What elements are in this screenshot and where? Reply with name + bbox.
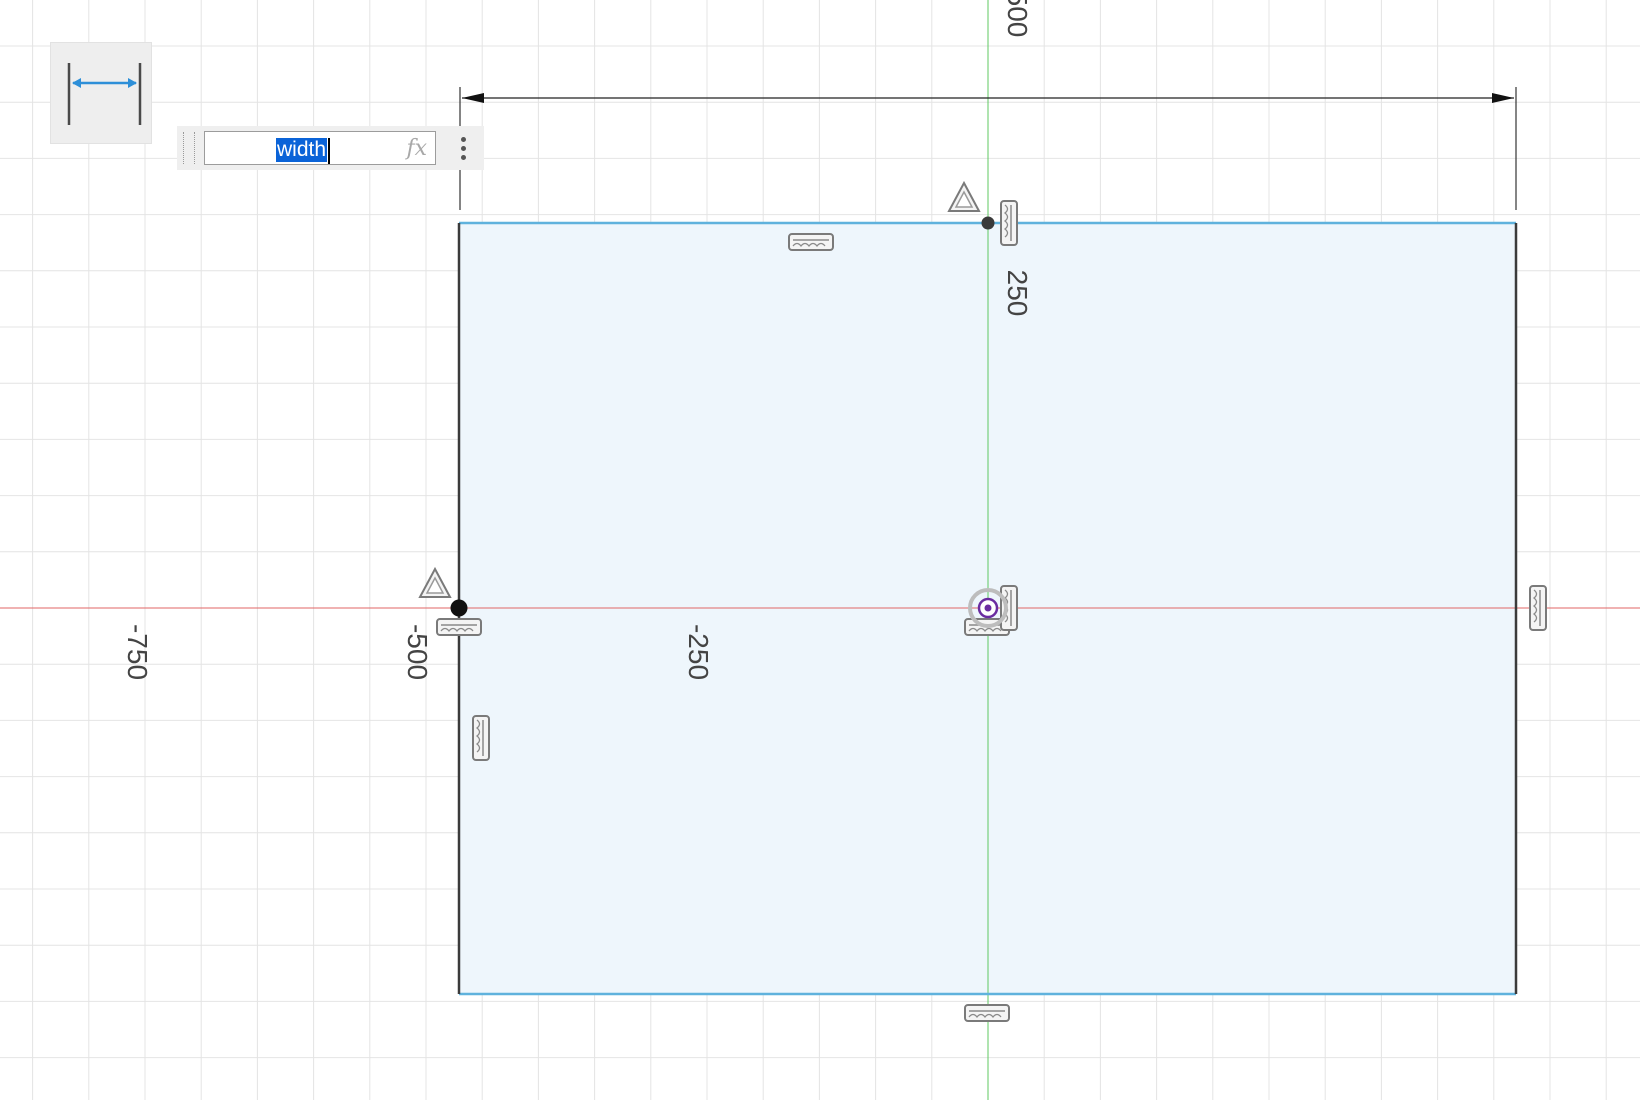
- dimension-tool-button[interactable]: [50, 42, 152, 144]
- horizontal-constraint-icon[interactable]: [788, 233, 834, 251]
- vertical-constraint-icon[interactable]: [1000, 200, 1018, 246]
- text-caret: [328, 138, 330, 164]
- axis-label-y-250: 250: [1002, 270, 1033, 317]
- vertical-constraint-icon[interactable]: [1000, 585, 1018, 631]
- dimension-value-text: width: [276, 138, 328, 162]
- fix-constraint-icon[interactable]: [418, 566, 452, 598]
- horizontal-constraint-icon[interactable]: [436, 618, 482, 636]
- dimension-input-widget: width fx: [177, 126, 484, 170]
- axis-label-x-minus-250: -250: [683, 624, 714, 680]
- linear-dimension-icon: [67, 63, 142, 125]
- vertical-ellipsis-icon[interactable]: [449, 132, 477, 164]
- vertical-constraint-icon[interactable]: [1529, 585, 1547, 631]
- dimension-arrow-left: [462, 93, 484, 103]
- sketch-point-selected[interactable]: [450, 599, 468, 617]
- horizontal-constraint-icon[interactable]: [964, 1004, 1010, 1022]
- vertical-constraint-icon[interactable]: [472, 715, 490, 761]
- drag-handle[interactable]: [183, 132, 195, 164]
- axis-label-x-minus-500: -500: [402, 624, 433, 680]
- axis-label-y-500: 500: [1002, 0, 1033, 37]
- dimension-value-input[interactable]: width fx: [204, 131, 436, 165]
- dimension-arrow-right: [1492, 93, 1514, 103]
- fix-constraint-icon[interactable]: [947, 180, 981, 212]
- axis-label-x-minus-750: -750: [122, 624, 153, 680]
- fx-icon[interactable]: fx: [406, 136, 427, 161]
- sketch-point-midpoint[interactable]: [981, 216, 995, 230]
